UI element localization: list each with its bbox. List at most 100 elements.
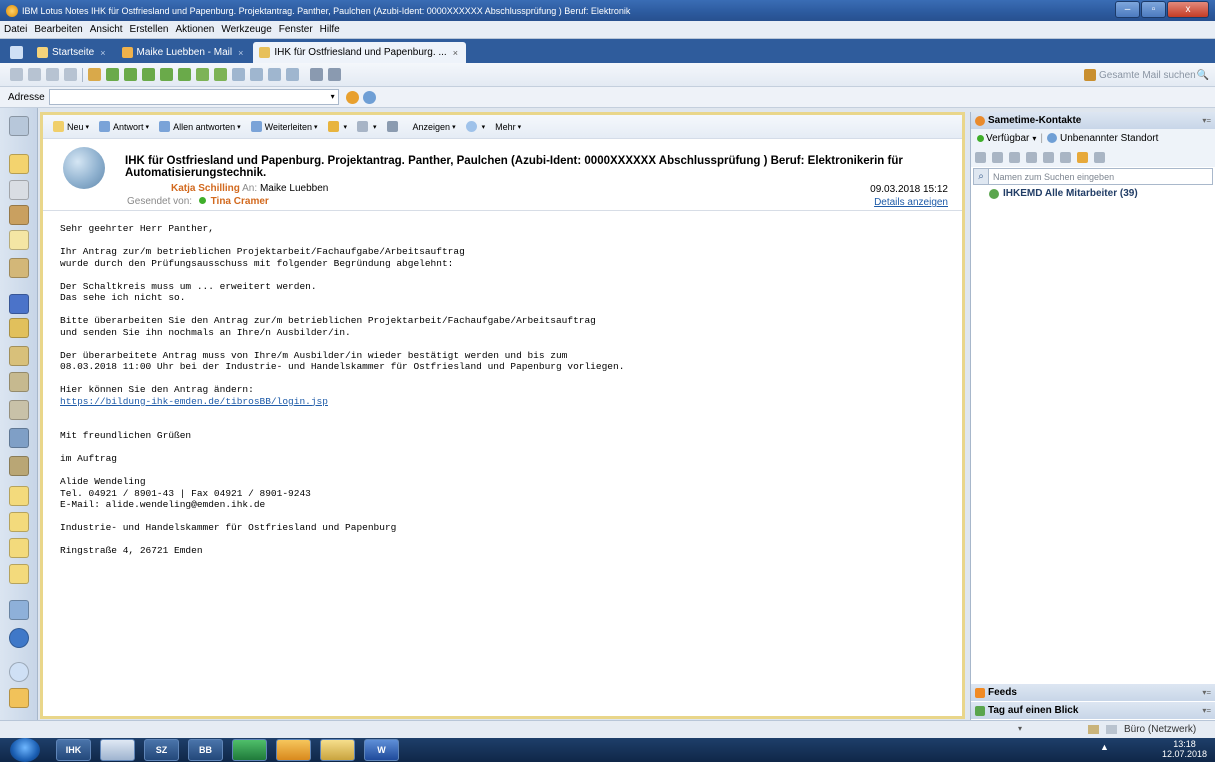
recipient-name[interactable]: Maike Luebben [260,183,328,194]
taskbar-word[interactable]: W [364,739,399,761]
close-button[interactable]: x [1167,1,1209,18]
screen-icon[interactable] [1060,151,1071,163]
taskbar-users[interactable] [100,739,135,761]
mail-search[interactable]: Gesamte Mail suchen 🔍 [1084,67,1209,83]
network-location[interactable]: Büro (Netzwerk) [1124,724,1196,735]
tag-next-icon[interactable] [178,68,191,81]
tab-mail[interactable]: Maike Luebben - Mail × [116,42,252,63]
tray-expand-icon[interactable]: ▲ [1100,742,1109,752]
sent-by-name[interactable]: Tina Cramer [211,196,269,207]
edit-application-link[interactable]: https://bildung-ihk-emden.de/tibrosBB/lo… [60,396,940,408]
go-icon[interactable] [345,90,359,104]
panel-menu-icon[interactable]: ▾= [1202,688,1211,697]
globe-icon[interactable] [9,628,29,648]
menu-fenster[interactable]: Fenster [279,24,313,35]
move-down-icon[interactable] [106,68,119,81]
form-icon[interactable] [214,68,227,81]
collapse-all-icon[interactable] [286,68,299,81]
tab-current-mail[interactable]: IHK für Ostfriesland und Papenburg. ... … [253,42,466,63]
menu-hilfe[interactable]: Hilfe [320,24,340,35]
system-clock[interactable]: 13:18 12.07.2018 [1162,739,1207,759]
help-icon[interactable] [9,662,29,682]
chevron-down-icon[interactable]: ▾ [331,92,335,101]
folder-button[interactable]: ▾ [327,121,347,132]
envelope-icon[interactable] [9,564,29,584]
contact-group[interactable]: IHKEMD Alle Mitarbeiter (39) [971,185,1215,199]
reply-all-button[interactable]: Allen antworten ▾ [159,121,241,132]
sender-name[interactable]: Katja Schilling [171,183,240,194]
taskbar-excel[interactable] [232,739,267,761]
address-input[interactable]: ▾ [48,89,339,105]
database-folder-icon[interactable] [9,456,29,476]
collapse-icon[interactable] [250,68,263,81]
taskbar-sz[interactable]: SZ [144,739,179,761]
location-name[interactable]: Unbenannter Standort [1060,133,1158,144]
expand-icon[interactable] [232,68,245,81]
envelope-icon[interactable] [9,512,29,532]
availability-status[interactable]: Verfügbar [986,133,1029,144]
edit-icon[interactable] [328,68,341,81]
search-directory-icon[interactable] [9,116,29,136]
details-link[interactable]: Details anzeigen [874,197,948,208]
arrow-up-icon[interactable] [124,68,137,81]
flag-button[interactable]: ▾ [357,121,377,132]
add-contact-icon[interactable] [1077,151,1088,163]
paste-icon[interactable] [46,68,59,81]
chevron-down-icon[interactable]: ▾ [1032,134,1036,143]
call-icon[interactable] [992,151,1003,163]
home-icon[interactable] [9,688,29,708]
menu-ansicht[interactable]: Ansicht [90,24,123,35]
envelope-icon[interactable] [9,486,29,506]
open-list-icon[interactable] [10,46,23,59]
panel-menu-icon[interactable]: ▾= [1202,706,1211,715]
filter-icon[interactable] [88,68,101,81]
menu-erstellen[interactable]: Erstellen [130,24,169,35]
tab-close-icon[interactable]: × [238,48,243,58]
feeds-panel-title[interactable]: Feeds ▾= [971,684,1215,701]
replicator-icon[interactable] [9,258,29,278]
forward-button[interactable]: Weiterleiten ▾ [250,121,318,132]
chat-button[interactable]: ▾ [465,121,485,132]
cut-icon[interactable] [10,68,23,81]
expand-all-icon[interactable] [268,68,281,81]
contacts-icon[interactable] [9,205,29,225]
chevron-down-icon[interactable]: ▾ [1018,724,1022,733]
search-input[interactable]: Gesamte Mail suchen [1099,70,1197,81]
mail-scope-icon[interactable] [1084,69,1096,81]
start-button[interactable] [10,738,40,762]
panel-menu-icon[interactable]: ▾= [1202,116,1211,125]
copy-icon[interactable] [28,68,41,81]
database-tree-icon[interactable] [9,428,29,448]
workspace-icon[interactable] [9,294,29,314]
arrow-down-icon[interactable] [142,68,155,81]
tag-icon[interactable] [160,68,173,81]
web-icon[interactable] [362,90,376,104]
contact-search-input[interactable]: Namen zum Suchen eingeben [993,172,1114,182]
link-icon[interactable] [1009,151,1020,163]
menu-werkzeuge[interactable]: Werkzeuge [221,24,271,35]
maximize-button[interactable]: ▫ [1141,1,1166,18]
delete-button[interactable] [386,121,403,132]
database-open-icon[interactable] [9,400,29,420]
menu-bearbeiten[interactable]: Bearbeiten [34,24,82,35]
binoculars-icon[interactable] [310,68,323,81]
calendar-icon[interactable] [9,180,29,200]
envelope-icon[interactable] [9,538,29,558]
database-list-icon[interactable] [9,372,29,392]
menu-aktionen[interactable]: Aktionen [175,24,214,35]
taskbar-lotus[interactable] [276,739,311,761]
mail-icon[interactable] [9,154,29,174]
journal-icon[interactable] [9,600,29,620]
database-icon[interactable] [9,318,29,338]
reply-button[interactable]: Antwort ▾ [99,121,149,132]
chat-icon[interactable] [975,151,986,163]
view-button[interactable]: Anzeigen ▾ [413,122,456,132]
menu-datei[interactable]: Datei [4,24,27,35]
day-at-a-glance-title[interactable]: Tag auf einen Blick ▾= [971,702,1215,719]
taskbar-explorer[interactable] [320,739,355,761]
tab-close-icon[interactable]: × [453,48,458,58]
clipboard-icon[interactable] [64,68,77,81]
taskbar-bb[interactable]: BB [188,739,223,761]
meeting-icon[interactable] [1043,151,1054,163]
new-button[interactable]: Neu ▾ [53,121,89,132]
